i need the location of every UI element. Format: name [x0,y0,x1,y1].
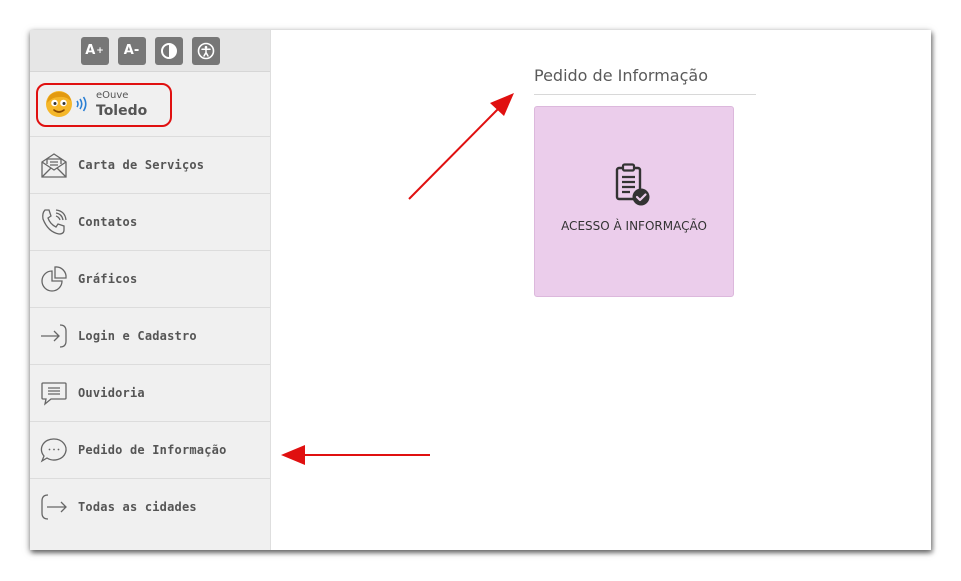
sidebar-item-graficos[interactable]: Gráficos [30,251,270,308]
sidebar-item-label: Gráficos [78,272,138,286]
sidebar: A + A- eOuve Toledo Carta de Serviços Co… [30,30,271,550]
sidebar-item-label: Carta de Serviços [78,158,205,172]
exit-arrow-icon [38,491,70,523]
sidebar-item-todas-as-cidades[interactable]: Todas as cidades [30,479,270,535]
sidebar-item-carta-de-servicos[interactable]: Carta de Serviços [30,137,270,194]
brand-name: Toledo [96,103,148,119]
increase-font-button[interactable]: A + [80,36,109,65]
app-window: A + A- eOuve Toledo Carta de Serviços Co… [30,30,931,550]
sidebar-item-label: Login e Cadastro [78,329,197,343]
phone-icon [38,206,70,238]
decrease-font-label: A- [123,43,140,58]
section-title: Pedido de Informação [534,66,708,85]
sound-waves-icon [76,96,87,112]
accessibility-icon [197,42,214,59]
sidebar-item-label: Contatos [78,215,138,229]
increase-font-label: A [85,43,96,58]
mascot-face-icon [46,91,72,117]
increase-font-sup: + [96,45,104,56]
contrast-icon [160,42,177,59]
sidebar-item-ouvidoria[interactable]: Ouvidoria [30,365,270,422]
message-icon [38,377,70,409]
brand-row[interactable]: eOuve Toledo [30,72,270,137]
sidebar-item-label: Ouvidoria [78,386,145,400]
sidebar-item-pedido-de-informacao[interactable]: Pedido de Informação [30,422,270,479]
clipboard-check-icon [615,163,650,206]
acesso-informacao-card[interactable]: ACESSO À INFORMAÇÃO [534,106,734,297]
login-arrow-icon [38,320,70,352]
chat-bubble-icon [38,434,70,466]
accessibility-button[interactable] [191,36,220,65]
sidebar-item-label: Pedido de Informação [78,443,227,457]
sidebar-item-contatos[interactable]: Contatos [30,194,270,251]
contrast-button[interactable] [154,36,183,65]
accessibility-toolbar: A + A- [30,30,270,72]
decrease-font-button[interactable]: A- [117,36,146,65]
card-label: ACESSO À INFORMAÇÃO [561,219,707,233]
sidebar-item-label: Todas as cidades [78,500,197,514]
sidebar-item-login-e-cadastro[interactable]: Login e Cadastro [30,308,270,365]
brand-subtitle: eOuve [96,90,129,101]
main-content: Pedido de Informação ACESSO À INFORMAÇÃO [271,30,931,550]
pie-chart-icon [38,263,70,295]
title-divider [534,94,756,95]
envelope-icon [38,149,70,181]
